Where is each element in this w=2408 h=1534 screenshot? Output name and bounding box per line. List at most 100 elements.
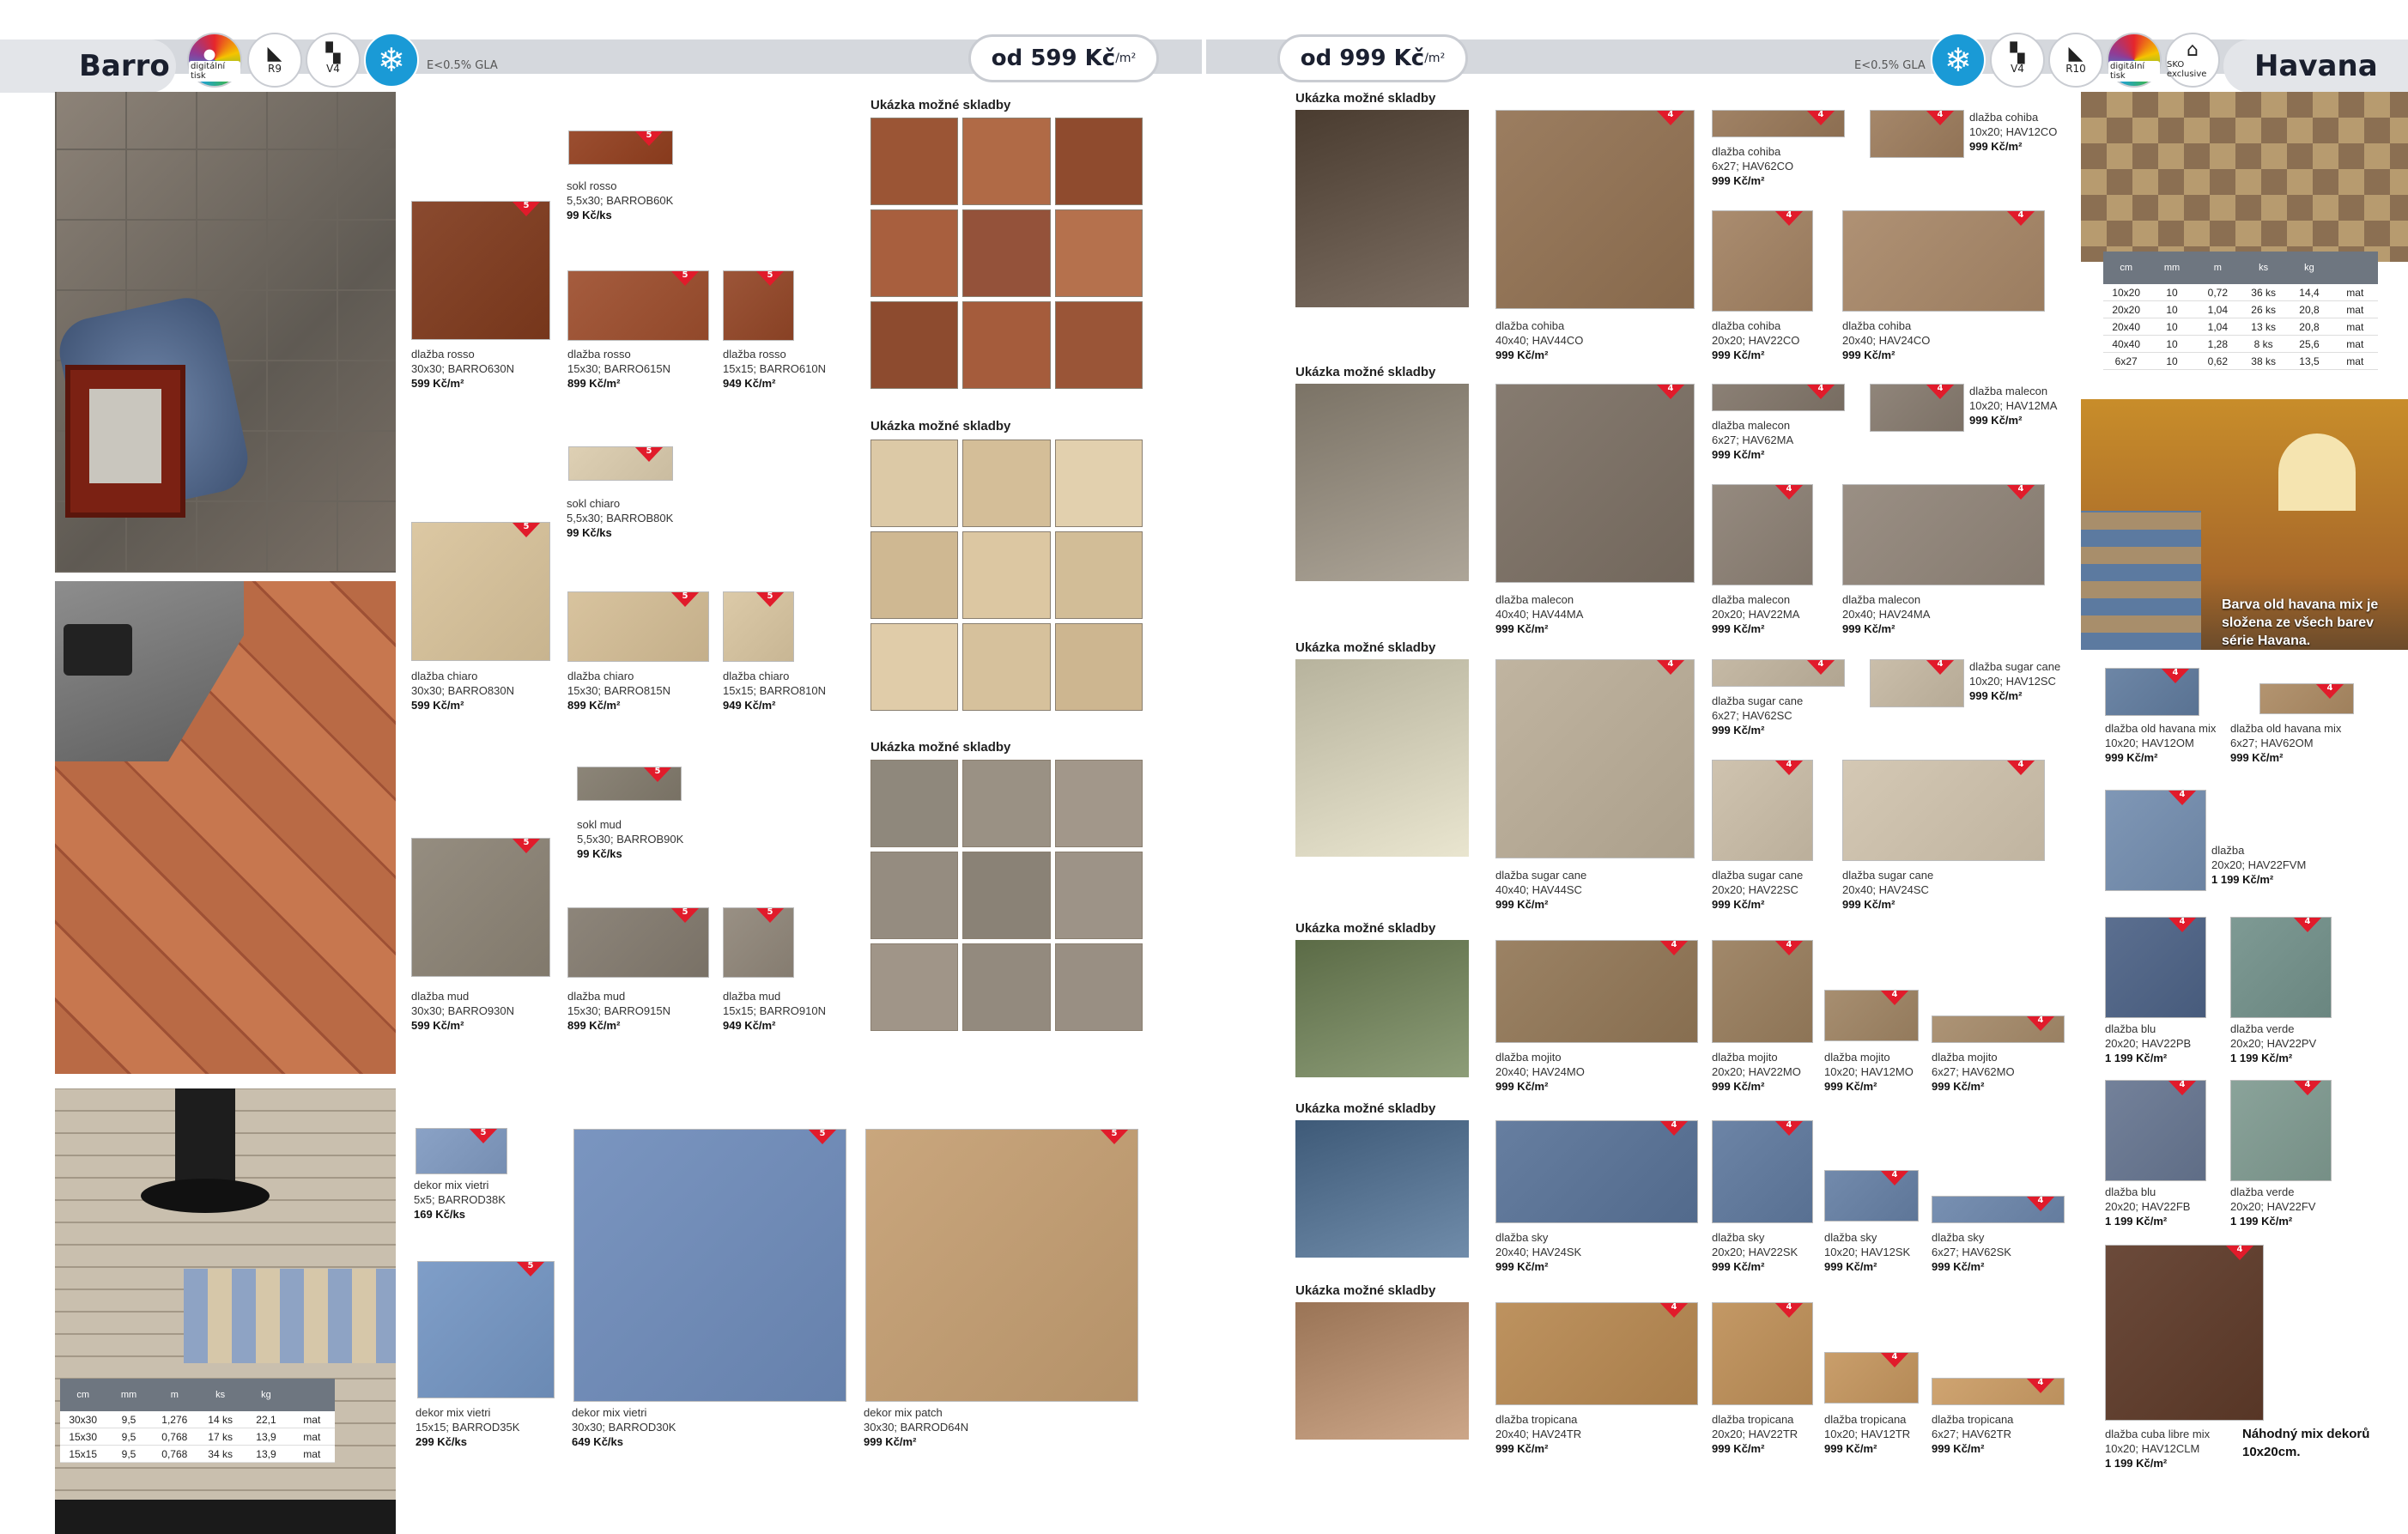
- size-tag: 5: [516, 1262, 545, 1276]
- product-price: 999 Kč/m²: [1842, 622, 1895, 635]
- product-label: dlažba mojito 10x20; HAV12MO 999 Kč/m²: [1824, 1050, 1914, 1094]
- product-code: 15x15; BARRO910N: [723, 1004, 826, 1017]
- product-tile-left: 5: [567, 270, 709, 341]
- product-name: dlažba mojito: [1495, 1051, 1562, 1064]
- product-name: dlažba mojito: [1932, 1051, 1998, 1064]
- product-price: 999 Kč/m²: [1495, 898, 1549, 911]
- product-code: 15x15; BARROD35K: [415, 1421, 520, 1434]
- spec-table-right: cm mm m ks kg 10x20 10 0,72 36 ks 14,4 mat 20x20 10 1…: [2103, 252, 2378, 370]
- product-code: 6x27; HAV62MA: [1712, 434, 1794, 446]
- product-price: 1 199 Kč/m²: [2230, 1215, 2293, 1228]
- decor-tile-right: 4: [2105, 1080, 2206, 1181]
- product-price: 999 Kč/m²: [1932, 1080, 1985, 1093]
- spec-row: 15x30 9,5 0,768 17 ks 13,9 mat: [60, 1428, 335, 1446]
- cooktop: [55, 1500, 396, 1534]
- size-tag: 4: [2293, 918, 2322, 932]
- size-tag: 5: [670, 271, 700, 286]
- product-name: dlažba verde: [2230, 1185, 2295, 1198]
- product-price: 999 Kč/m²: [1932, 1442, 1985, 1455]
- size-tag: 4: [1880, 1353, 1909, 1367]
- variation-v4-badge: ▚ V4: [306, 33, 361, 88]
- product-price: 999 Kč/m²: [1495, 349, 1549, 361]
- product-label: dlažba blu 20x20; HAV22FB 1 199 Kč/m²: [2105, 1185, 2190, 1228]
- product-price: 299 Kč/ks: [415, 1435, 467, 1448]
- product-code: 10x20; HAV12CLM: [2105, 1442, 2200, 1455]
- product-name: dlažba tropicana: [1932, 1413, 2014, 1426]
- product-tile-right: 4: [1712, 1120, 1813, 1223]
- product-label: dlažba sky 20x20; HAV22SK 999 Kč/m²: [1712, 1230, 1798, 1274]
- product-price: 999 Kč/m²: [1495, 1442, 1549, 1455]
- product-name: dlažba rosso: [723, 348, 786, 361]
- product-label: dlažba mojito 6x27; HAV62MO 999 Kč/m²: [1932, 1050, 2015, 1094]
- havana-decor-photo: [2081, 92, 2408, 262]
- size-tag: 4: [2225, 1246, 2254, 1260]
- product-price: 99 Kč/ks: [577, 847, 622, 860]
- product-tile-left: 5: [568, 446, 673, 481]
- size-tag: 4: [1926, 111, 1955, 125]
- product-code: 40x40; HAV44SC: [1495, 883, 1582, 896]
- size-tag: 4: [2026, 1379, 2055, 1393]
- product-code: 10x20; HAV12MO: [1824, 1065, 1914, 1078]
- product-tile-right: 4: [1824, 990, 1919, 1041]
- product-price: 999 Kč/m²: [1712, 174, 1765, 187]
- product-tile-right: 4: [1495, 110, 1695, 309]
- product-price: 999 Kč/m²: [1969, 414, 2023, 427]
- product-name: dlažba sky: [1712, 1231, 1765, 1244]
- spec-cell: 10: [2166, 355, 2178, 367]
- size-tag: 4: [1656, 111, 1685, 125]
- product-name: dlažba cohiba: [1712, 319, 1781, 332]
- product-name: dlažba cuba libre mix: [2105, 1428, 2211, 1440]
- product-name: dlažba tropicana: [1712, 1413, 1794, 1426]
- spec-cell: 34 ks: [208, 1447, 233, 1460]
- frost-resistant-badge-right: ❄: [1931, 33, 1986, 88]
- spec-header-cell: mm: [120, 1390, 137, 1400]
- spec-cell: 25,6: [2299, 337, 2320, 350]
- product-name: dekor mix vietri: [414, 1179, 489, 1191]
- spec-cell: 1,28: [2207, 337, 2228, 350]
- product-name: dlažba old havana mix: [2105, 722, 2217, 735]
- cooker-hood: [175, 1088, 235, 1183]
- product-label: dlažba tropicana 20x40; HAV24TR 999 Kč/m²: [1495, 1412, 1581, 1456]
- product-price: 999 Kč/m²: [1712, 1080, 1765, 1093]
- product-price: 999 Kč/m²: [1712, 898, 1765, 911]
- spec-cell: mat: [2346, 286, 2364, 299]
- sample-heading-right: Ukázka možné skladby: [1295, 640, 1436, 655]
- spec-cell: 15x15: [69, 1447, 98, 1460]
- product-label: dlažba cohiba 10x20; HAV12CO 999 Kč/m²: [1969, 110, 2057, 154]
- size-tag: 5: [512, 202, 541, 216]
- sample-photo-havana: [1295, 659, 1469, 857]
- product-name: dlažba cohiba: [1842, 319, 1912, 332]
- sko-exclusive-badge: ⌂ SKO exclusive: [2165, 33, 2220, 88]
- size-tag: 5: [1100, 1130, 1129, 1144]
- product-label: dlažba malecon 40x40; HAV44MA 999 Kč/m²: [1495, 592, 1583, 636]
- product-code: 20x20; HAV22SC: [1712, 883, 1798, 896]
- size-tag: 4: [1806, 660, 1835, 675]
- product-name: dlažba mud: [567, 990, 626, 1003]
- size-tag: 4: [1659, 1303, 1689, 1318]
- product-label: dlažba old havana mix 10x20; HAV12OM 999 K…: [2105, 721, 2216, 765]
- sample-heading-right: Ukázka možné skladby: [1295, 1101, 1436, 1116]
- product-name: sokl chiaro: [567, 497, 621, 510]
- size-tag: 4: [1774, 211, 1804, 226]
- product-label: dlažba chiaro 30x30; BARRO830N 599 Kč/m²: [411, 669, 514, 712]
- sample-grid-chiaro: [870, 440, 1143, 711]
- spec-cell: 0,768: [161, 1430, 188, 1443]
- decor-tile-right: 4: [2230, 917, 2332, 1018]
- product-code: 10x20; HAV12MA: [1969, 399, 2058, 412]
- product-tile-right: 4: [1712, 384, 1845, 411]
- size-tag: 4: [2293, 1081, 2322, 1095]
- sample-photo-havana: [1295, 1120, 1469, 1258]
- gla-note-right: E<0.5% GLA: [1854, 59, 1926, 72]
- digital-print-badge-right: digitální tisk: [2107, 33, 2162, 88]
- product-code: 20x20; HAV22FV: [2230, 1200, 2316, 1213]
- decor-tile-right: 4: [2259, 683, 2354, 714]
- product-price: 1 199 Kč/m²: [2105, 1457, 2168, 1470]
- product-name: sokl rosso: [567, 179, 617, 192]
- product-tile-right: 4: [1495, 659, 1695, 858]
- product-tile-left: 5: [567, 907, 709, 978]
- product-tile-left: 5: [415, 1128, 507, 1174]
- product-tile-right: 4: [1870, 110, 1964, 158]
- product-code: 20x20; HAV22PB: [2105, 1037, 2192, 1050]
- product-name: dlažba chiaro: [411, 670, 478, 682]
- size-tag: 4: [1659, 941, 1689, 955]
